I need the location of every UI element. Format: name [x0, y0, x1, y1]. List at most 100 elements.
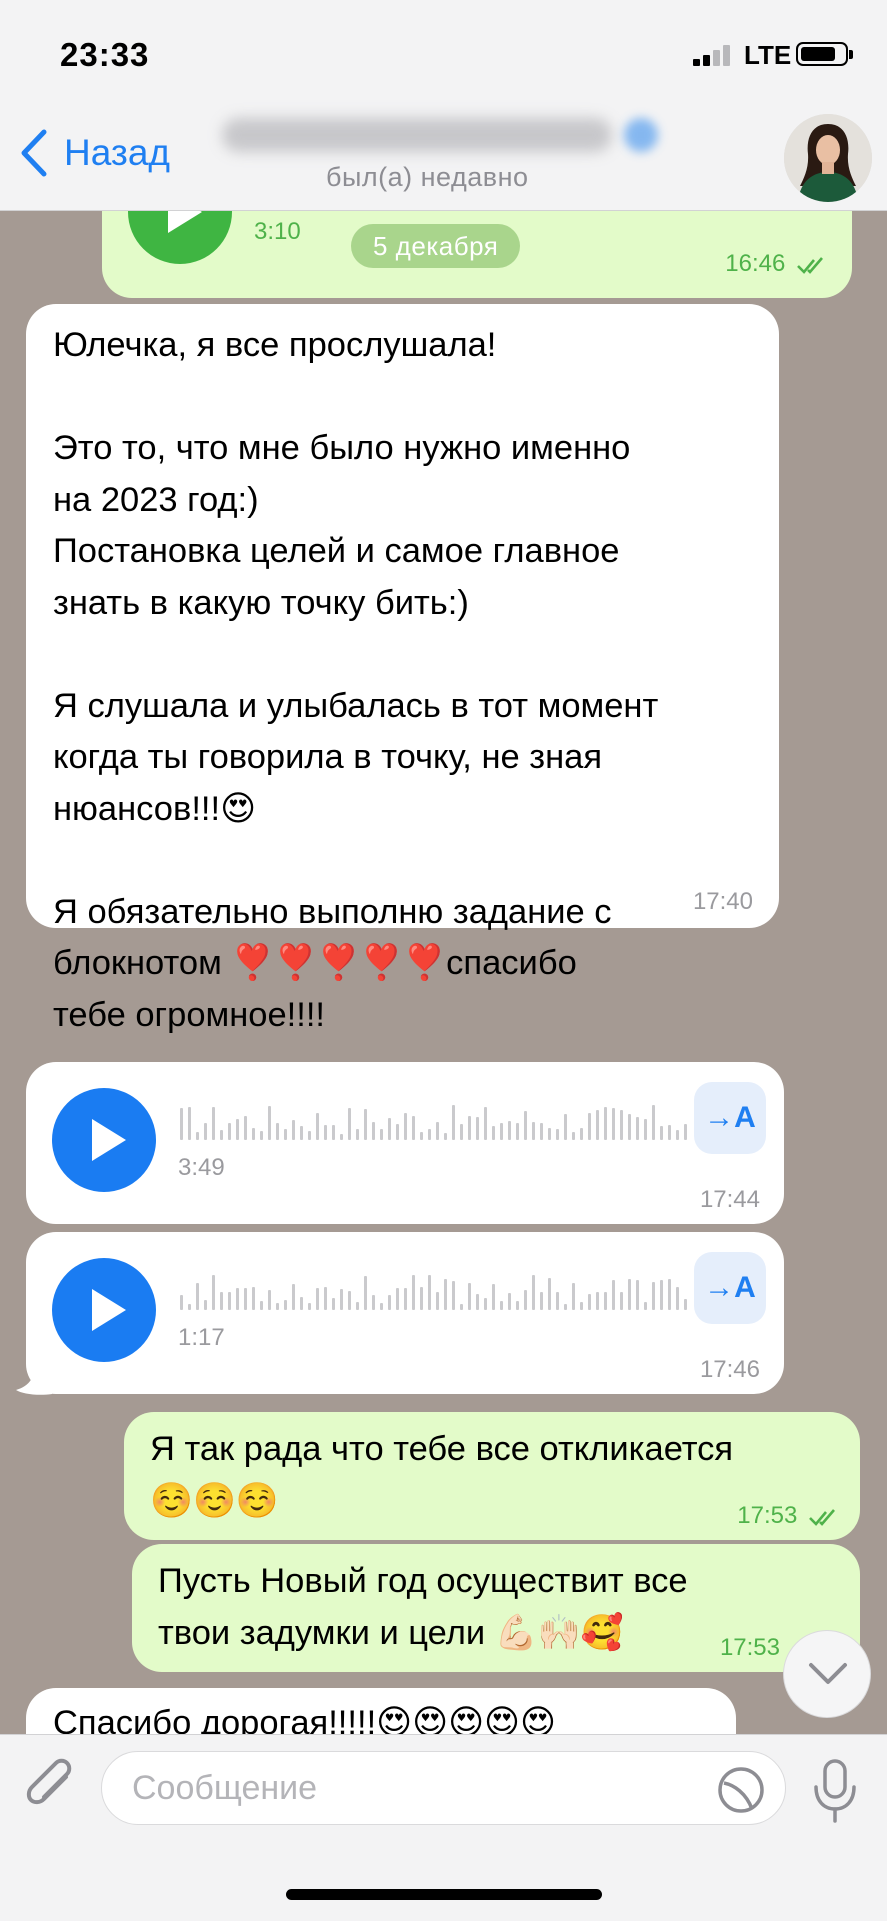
waveform-bar — [436, 1292, 439, 1310]
waveform-bar — [564, 1114, 567, 1140]
waveform-bar — [620, 1110, 623, 1140]
verified-badge-icon — [624, 118, 658, 152]
avatar[interactable] — [784, 114, 872, 202]
waveform-bar — [588, 1113, 591, 1140]
outgoing-text-message[interactable]: Пусть Новый год осуществит все твои заду… — [132, 1544, 860, 1672]
attach-icon[interactable] — [22, 1757, 80, 1819]
waveform-bar — [324, 1125, 327, 1140]
waveform-bar — [668, 1125, 671, 1140]
chevron-left-icon — [21, 129, 47, 177]
waveform-bar — [380, 1303, 383, 1310]
waveform-bar — [644, 1119, 647, 1140]
back-label: Назад — [64, 132, 171, 173]
waveform-bar — [340, 1289, 343, 1310]
waveform-bar — [260, 1131, 263, 1140]
waveform-bar — [652, 1105, 655, 1140]
waveform-bar — [452, 1105, 455, 1140]
waveform-bar — [516, 1123, 519, 1140]
voice-duration: 1:17 — [178, 1324, 225, 1351]
waveform-bar — [180, 1108, 183, 1140]
waveform-bar — [548, 1128, 551, 1140]
message-text: Юлечка, я все прослушала! Это то, что мн… — [53, 326, 659, 1034]
waveform-bar — [540, 1292, 543, 1310]
waveform-bar — [444, 1133, 447, 1140]
message-time: 17:46 — [699, 1356, 760, 1383]
incoming-text-message[interactable]: Спасибо дорогая!!!!!😍😍😍😍😍 — [26, 1688, 736, 1734]
waveform-bar — [468, 1283, 471, 1310]
waveform-bar — [684, 1124, 687, 1140]
play-button[interactable] — [52, 1088, 156, 1192]
waveform-bar — [476, 1117, 479, 1140]
waveform-bar — [420, 1132, 423, 1140]
date-separator: 5 декабря — [351, 224, 521, 268]
play-button[interactable] — [52, 1258, 156, 1362]
cell-signal-icon — [693, 44, 737, 66]
waveform-bar — [500, 1123, 503, 1140]
incoming-voice-message[interactable]: 1:17 →A 17:46 — [26, 1232, 784, 1394]
waveform-bar — [436, 1122, 439, 1140]
transcribe-button[interactable]: →A — [694, 1252, 766, 1324]
waveform-bar — [428, 1275, 431, 1310]
microphone-icon[interactable] — [808, 1757, 862, 1825]
waveform-bar — [636, 1117, 639, 1140]
waveform-bar — [236, 1119, 239, 1140]
waveform-bar — [292, 1284, 295, 1310]
waveform-bar — [620, 1292, 623, 1310]
waveform-bar — [356, 1129, 359, 1140]
network-type: LTE — [744, 40, 792, 70]
waveform-bar — [188, 1107, 191, 1140]
waveform-bar — [684, 1299, 687, 1310]
message-text: Спасибо дорогая!!!!!😍😍😍😍😍 — [53, 1704, 556, 1734]
voice-waveform[interactable] — [180, 1104, 690, 1140]
waveform-bar — [660, 1280, 663, 1310]
battery-icon — [796, 42, 853, 66]
back-button[interactable]: Назад — [18, 128, 170, 178]
scroll-to-bottom-button[interactable] — [783, 1630, 871, 1718]
waveform-bar — [276, 1123, 279, 1140]
message-input[interactable] — [101, 1751, 786, 1825]
incoming-text-message[interactable]: Юлечка, я все прослушала! Это то, что мн… — [26, 304, 779, 1034]
waveform-bar — [316, 1113, 319, 1140]
read-checkmarks-icon — [797, 256, 823, 274]
outgoing-text-message[interactable]: Я так рада что тебе все откликается ☺️☺️… — [124, 1412, 860, 1540]
bubble-tail — [16, 1360, 52, 1395]
voice-duration: 3:10 — [254, 218, 301, 245]
waveform-bar — [220, 1292, 223, 1310]
waveform-bar — [332, 1298, 335, 1310]
waveform-bar — [564, 1304, 567, 1310]
waveform-bar — [508, 1121, 511, 1140]
play-button[interactable] — [128, 210, 232, 264]
waveform-bar — [572, 1132, 575, 1140]
waveform-bar — [284, 1300, 287, 1310]
message-time: 17:53 — [719, 1634, 780, 1661]
voice-duration: 3:49 — [178, 1154, 225, 1181]
sticker-icon[interactable] — [716, 1765, 766, 1815]
waveform-bar — [404, 1288, 407, 1310]
waveform-bar — [524, 1111, 527, 1140]
contact-name-blurred[interactable] — [222, 112, 662, 162]
waveform-bar — [572, 1283, 575, 1310]
voice-waveform[interactable] — [180, 1274, 690, 1310]
top-bar: 23:33 LTE Назад был(а) недавно — [0, 0, 887, 211]
waveform-bar — [660, 1126, 663, 1140]
waveform-bar — [588, 1294, 591, 1310]
waveform-bar — [212, 1275, 215, 1310]
waveform-bar — [292, 1120, 295, 1140]
waveform-bar — [300, 1126, 303, 1140]
waveform-bar — [204, 1123, 207, 1140]
message-time: 17:40 — [692, 888, 753, 915]
transcribe-button[interactable]: →A — [694, 1082, 766, 1154]
waveform-bar — [412, 1275, 415, 1310]
waveform-bar — [396, 1288, 399, 1310]
waveform-bar — [228, 1123, 231, 1140]
waveform-bar — [404, 1113, 407, 1140]
waveform-bar — [668, 1279, 671, 1310]
waveform-bar — [484, 1107, 487, 1140]
message-time: 16:46 — [725, 250, 828, 278]
waveform-bar — [468, 1116, 471, 1140]
incoming-voice-message[interactable]: 3:49 →A 17:44 — [26, 1062, 784, 1224]
waveform-bar — [348, 1291, 351, 1310]
waveform-bar — [316, 1288, 319, 1310]
waveform-bar — [604, 1292, 607, 1310]
waveform-bar — [612, 1108, 615, 1140]
